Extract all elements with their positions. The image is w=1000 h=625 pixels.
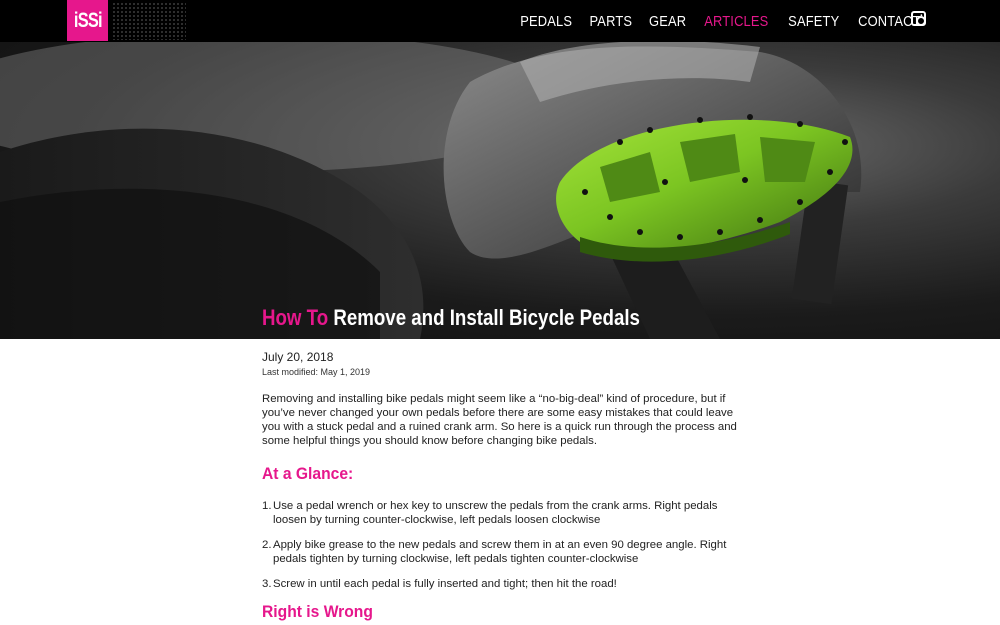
title-text: Remove and Install Bicycle Pedals [333,305,640,330]
title-prefix: How To [262,305,329,330]
step-number: 1. [262,500,272,512]
intro-paragraph: Removing and installing bike pedals migh… [262,393,737,447]
logo-dot-pattern [112,2,186,40]
nav-parts[interactable]: PARTS [589,13,632,30]
logo-text: iSSi [73,8,103,32]
step-text: Screw in until each pedal is fully inser… [273,578,617,590]
nav-gear[interactable]: GEAR [649,13,686,30]
step-number: 2. [262,539,272,551]
main-nav: PEDALS PARTS GEAR ARTICLES SAFETY CONTAC… [516,0,926,42]
pedal-photo [0,42,862,339]
publish-date: July 20, 2018 [262,350,334,364]
page-title: How To Remove and Install Bicycle Pedals [262,305,640,331]
nav-safety[interactable]: SAFETY [788,13,839,30]
right-is-wrong-heading: Right is Wrong [262,602,373,621]
nav-articles[interactable]: ARTICLES [704,13,768,30]
steps-list: 1. Use a pedal wrench or hex key to unsc… [262,499,742,591]
hero-banner: How To Remove and Install Bicycle Pedals [0,42,1000,339]
list-item: 1. Use a pedal wrench or hex key to unsc… [262,499,742,527]
step-text: Apply bike grease to the new pedals and … [273,539,727,565]
step-number: 3. [262,578,272,590]
site-header: iSSi PEDALS PARTS GEAR ARTICLES SAFETY C… [0,0,1000,42]
at-a-glance-heading: At a Glance: [262,464,354,483]
issi-logo[interactable]: iSSi [67,0,108,41]
last-modified: Last modified: May 1, 2019 [262,367,371,377]
article-body: July 20, 2018 Last modified: May 1, 2019… [262,350,742,622]
instagram-icon[interactable] [911,11,926,26]
list-item: 3. Screw in until each pedal is fully in… [262,577,742,591]
nav-pedals[interactable]: PEDALS [520,13,572,30]
step-text: Use a pedal wrench or hex key to unscrew… [273,500,718,526]
list-item: 2. Apply bike grease to the new pedals a… [262,538,742,566]
